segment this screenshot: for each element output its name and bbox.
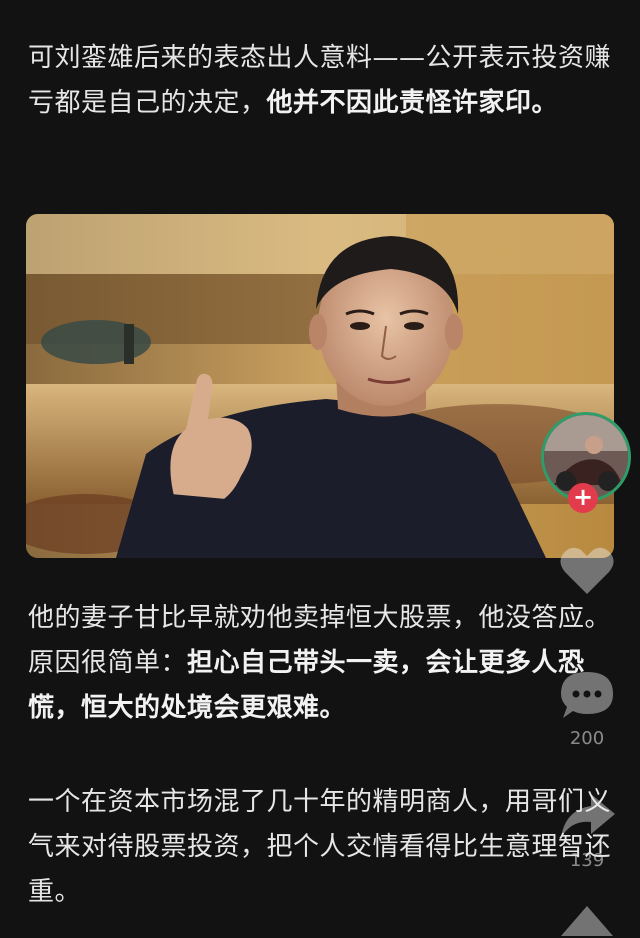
comment-icon — [561, 672, 613, 718]
paragraph-1-bold: 他并不因此责怪许家印。 — [266, 88, 559, 118]
follow-button[interactable]: + — [568, 483, 598, 513]
more-icon — [561, 906, 613, 936]
share-button[interactable]: 139 — [556, 790, 618, 871]
more-button[interactable] — [556, 902, 618, 938]
paragraph-2: 他的妻子甘比早就劝他卖掉恒大股票，他没答应。原因很简单：担心自己带头一卖，会让更… — [28, 596, 616, 731]
like-button[interactable] — [556, 544, 618, 602]
article-page: 可刘銮雄后来的表态出人意料——公开表示投资赚亏都是自己的决定，他并不因此责怪许家… — [0, 0, 640, 938]
share-icon — [561, 794, 615, 838]
share-count: 139 — [569, 850, 605, 871]
author-avatar-button[interactable]: + — [538, 409, 634, 513]
photo-man-pointing — [26, 214, 614, 558]
paragraph-3: 一个在资本市场混了几十年的精明商人，用哥们义气来对待股票投资，把个人交情看得比生… — [28, 787, 612, 907]
comment-button[interactable]: 200 — [556, 668, 618, 749]
heart-icon — [560, 547, 614, 594]
comment-count: 200 — [569, 728, 605, 749]
paragraph-1: 可刘銮雄后来的表态出人意料——公开表示投资赚亏都是自己的决定，他并不因此责怪许家… — [28, 36, 616, 126]
article-photo — [26, 214, 614, 558]
